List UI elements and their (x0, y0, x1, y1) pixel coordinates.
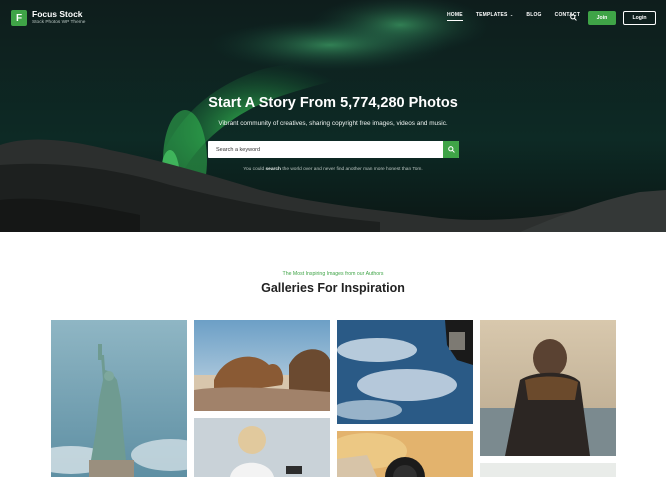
hero-banner: F Focus Stock Stock Photos WP Theme HOME… (0, 0, 666, 232)
search-icon (447, 146, 455, 153)
search-submit-button[interactable] (443, 141, 459, 158)
hero-subtitle: Vibrant community of creatives, sharing … (218, 120, 448, 127)
gallery-image-statue-of-liberty[interactable] (51, 320, 187, 477)
section-title: Galleries For Inspiration (261, 281, 405, 295)
brand-tagline: Stock Photos WP Theme (32, 19, 86, 25)
keyword-search-input[interactable] (208, 141, 443, 158)
gallery-image-earth-from-space[interactable] (337, 320, 473, 424)
gallery-image-man-in-scarf[interactable] (480, 320, 616, 456)
brand-name: Focus Stock (32, 9, 83, 20)
nav-item-blog[interactable]: BLOG (526, 12, 541, 18)
hero-note-after: the world over and never find another ma… (282, 167, 423, 172)
hero-search-bar (208, 141, 459, 158)
brand-logo[interactable]: F Focus Stock Stock Photos WP Theme (11, 10, 85, 26)
nav-item-templates-label: TEMPLATES (475, 12, 508, 18)
logo-mark: F (11, 10, 27, 26)
hero-title: Start A Story From 5,774,280 Photos (208, 95, 458, 111)
gallery-image-girl-with-phone[interactable] (194, 418, 330, 477)
hero-note-before: You could (243, 167, 265, 172)
hero-note: You could search the world over and neve… (0, 167, 666, 172)
chevron-down-icon: ⌄ (508, 12, 514, 17)
aurora-background-image (0, 0, 666, 232)
nav-item-home[interactable]: HOME (447, 12, 463, 21)
search-icon[interactable] (570, 14, 577, 21)
nav-item-templates[interactable]: TEMPLATES ⌄ (476, 12, 514, 18)
gallery-image-camera-lens[interactable] (337, 431, 473, 477)
section-kicker: The Most Inspiring Images from our Autho… (282, 271, 384, 277)
hero-note-bold: search (265, 167, 281, 172)
login-button[interactable]: Login (623, 11, 656, 25)
gallery-image-partial[interactable] (480, 463, 616, 477)
join-button[interactable]: Join (588, 11, 616, 25)
gallery-image-camels[interactable] (194, 320, 330, 411)
